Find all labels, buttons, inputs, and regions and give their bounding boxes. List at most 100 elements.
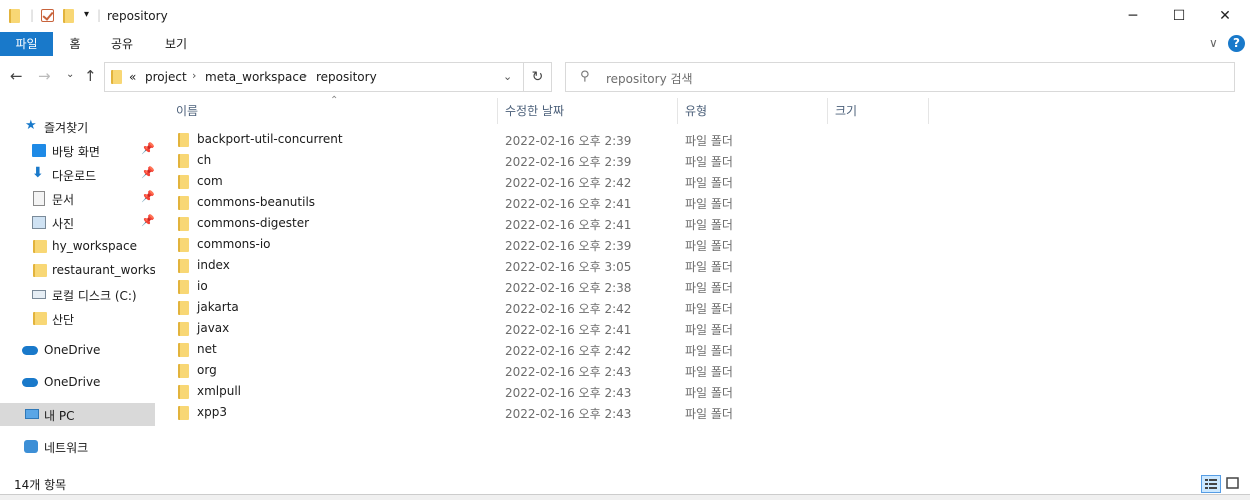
nav-network[interactable]: 네트워크 xyxy=(0,435,155,458)
file-type: 파일 폴더 xyxy=(685,407,733,421)
maximize-button[interactable]: ☐ xyxy=(1156,0,1202,32)
new-folder-icon[interactable] xyxy=(63,9,74,23)
tab-view[interactable]: 보기 xyxy=(158,32,194,56)
file-date: 2022-02-16 오후 2:42 xyxy=(505,302,632,316)
nav-item-downloads[interactable]: ⬇ 다운로드 📌 xyxy=(0,163,155,186)
column-header-type[interactable]: 유형 xyxy=(685,98,825,124)
status-bar: 14개 항목 xyxy=(0,472,1250,494)
nav-this-pc[interactable]: 내 PC xyxy=(0,403,155,426)
chevron-right-icon[interactable]: › xyxy=(303,69,307,82)
nav-item-sandan[interactable]: 산단 xyxy=(0,307,155,330)
column-header-date[interactable]: 수정한 날짜 xyxy=(505,98,675,124)
chevron-down-icon[interactable]: ⌄ xyxy=(503,70,512,83)
table-row[interactable]: ch 2022-02-16 오후 2:39 파일 폴더 xyxy=(157,150,1250,171)
tab-share[interactable]: 공유 xyxy=(104,32,140,56)
file-date: 2022-02-16 오후 2:39 xyxy=(505,155,632,169)
file-type: 파일 폴더 xyxy=(685,302,733,316)
file-name: index xyxy=(197,258,230,272)
file-type: 파일 폴더 xyxy=(685,260,733,274)
column-divider[interactable] xyxy=(497,98,498,124)
folder-icon xyxy=(178,406,189,420)
nav-label: OneDrive xyxy=(44,343,101,357)
file-name: commons-beanutils xyxy=(197,195,316,209)
nav-item-local-disk[interactable]: 로컬 디스크 (C:) xyxy=(0,283,155,306)
computer-icon xyxy=(25,409,39,419)
nav-onedrive-2[interactable]: OneDrive xyxy=(0,371,155,394)
recent-locations-icon[interactable]: ⌄ xyxy=(66,69,74,80)
breadcrumb-meta-workspace[interactable]: meta_workspace xyxy=(205,70,306,84)
breadcrumb-project[interactable]: project xyxy=(145,70,187,84)
folder-icon xyxy=(178,364,189,378)
nav-quick-access[interactable]: ★ 즐겨찾기 xyxy=(0,115,155,138)
file-type: 파일 폴더 xyxy=(685,155,733,169)
table-row[interactable]: javax 2022-02-16 오후 2:41 파일 폴더 xyxy=(157,318,1250,339)
breadcrumb-overflow[interactable]: « xyxy=(129,70,136,84)
nav-label: restaurant_workspace xyxy=(52,263,155,277)
back-button[interactable]: ← xyxy=(10,67,23,85)
table-row[interactable]: index 2022-02-16 오후 3:05 파일 폴더 xyxy=(157,255,1250,276)
expand-ribbon-icon[interactable]: ∨ xyxy=(1209,36,1218,50)
large-icons-view-icon xyxy=(1226,477,1239,489)
drive-icon xyxy=(32,290,46,299)
close-button[interactable]: ✕ xyxy=(1202,0,1248,32)
refresh-button[interactable]: ↻ xyxy=(524,62,552,92)
table-row[interactable]: org 2022-02-16 오후 2:43 파일 폴더 xyxy=(157,360,1250,381)
search-input[interactable]: ⚲ repository 검색 xyxy=(565,62,1235,92)
tab-file[interactable]: 파일 xyxy=(0,32,53,56)
nav-label: 다운로드 xyxy=(52,169,97,183)
navigation-pane: ★ 즐겨찾기 바탕 화면 📌 ⬇ 다운로드 📌 문서 📌 사진 📌 hy_wor… xyxy=(0,98,157,472)
table-row[interactable]: xmlpull 2022-02-16 오후 2:43 파일 폴더 xyxy=(157,381,1250,402)
table-row[interactable]: xpp3 2022-02-16 오후 2:43 파일 폴더 xyxy=(157,402,1250,423)
table-row[interactable]: commons-io 2022-02-16 오후 2:39 파일 폴더 xyxy=(157,234,1250,255)
nav-onedrive-1[interactable]: OneDrive xyxy=(0,339,155,362)
table-row[interactable]: net 2022-02-16 오후 2:42 파일 폴더 xyxy=(157,339,1250,360)
folder-icon[interactable] xyxy=(9,9,20,23)
help-icon[interactable]: ? xyxy=(1228,35,1245,52)
details-view-button[interactable] xyxy=(1201,475,1221,493)
properties-icon[interactable] xyxy=(41,9,54,22)
address-bar[interactable]: « project › meta_workspace › repository … xyxy=(104,62,524,92)
nav-item-desktop[interactable]: 바탕 화면 📌 xyxy=(0,139,155,162)
nav-item-documents[interactable]: 문서 📌 xyxy=(0,187,155,210)
file-type: 파일 폴더 xyxy=(685,344,733,358)
large-icons-view-button[interactable] xyxy=(1224,475,1244,493)
minimize-button[interactable]: ─ xyxy=(1110,0,1156,32)
folder-icon xyxy=(33,312,47,325)
file-date: 2022-02-16 오후 2:43 xyxy=(505,365,632,379)
table-row[interactable]: io 2022-02-16 오후 2:38 파일 폴더 xyxy=(157,276,1250,297)
file-name: jakarta xyxy=(197,300,239,314)
table-row[interactable]: backport-util-concurrent 2022-02-16 오후 2:… xyxy=(157,129,1250,150)
file-date: 2022-02-16 오후 2:43 xyxy=(505,386,632,400)
file-date: 2022-02-16 오후 2:39 xyxy=(505,134,632,148)
table-row[interactable]: commons-beanutils 2022-02-16 오후 2:41 파일 폴더 xyxy=(157,192,1250,213)
file-date: 2022-02-16 오후 3:05 xyxy=(505,260,632,274)
file-date: 2022-02-16 오후 2:39 xyxy=(505,239,632,253)
column-divider[interactable] xyxy=(677,98,678,124)
item-count: 14개 항목 xyxy=(14,478,67,492)
nav-item-hy-workspace[interactable]: hy_workspace xyxy=(0,235,155,258)
chevron-right-icon[interactable]: › xyxy=(192,69,196,82)
tab-home[interactable]: 홈 xyxy=(60,32,90,56)
column-divider[interactable] xyxy=(928,98,929,124)
folder-icon xyxy=(33,264,47,277)
breadcrumb-repository[interactable]: repository xyxy=(316,70,377,84)
nav-item-pictures[interactable]: 사진 📌 xyxy=(0,211,155,234)
nav-item-restaurant-workspace[interactable]: restaurant_workspace xyxy=(0,259,155,282)
pin-icon: 📌 xyxy=(141,214,155,227)
up-button[interactable]: ↑ xyxy=(84,67,97,85)
customize-dropdown-icon[interactable]: ▾ xyxy=(84,9,89,25)
nav-label: OneDrive xyxy=(44,375,101,389)
table-row[interactable]: commons-digester 2022-02-16 오후 2:41 파일 폴더 xyxy=(157,213,1250,234)
table-row[interactable]: com 2022-02-16 오후 2:42 파일 폴더 xyxy=(157,171,1250,192)
table-row[interactable]: jakarta 2022-02-16 오후 2:42 파일 폴더 xyxy=(157,297,1250,318)
nav-label: 즐겨찾기 xyxy=(44,121,89,135)
column-header-name[interactable]: 이름 xyxy=(176,98,496,124)
file-type: 파일 폴더 xyxy=(685,176,733,190)
forward-button[interactable]: → xyxy=(38,67,51,85)
file-type: 파일 폴더 xyxy=(685,365,733,379)
column-divider[interactable] xyxy=(827,98,828,124)
file-date: 2022-02-16 오후 2:41 xyxy=(505,197,632,211)
column-header-size[interactable]: 크기 xyxy=(835,98,925,124)
details-view-icon xyxy=(1205,479,1217,489)
file-date: 2022-02-16 오후 2:41 xyxy=(505,323,632,337)
